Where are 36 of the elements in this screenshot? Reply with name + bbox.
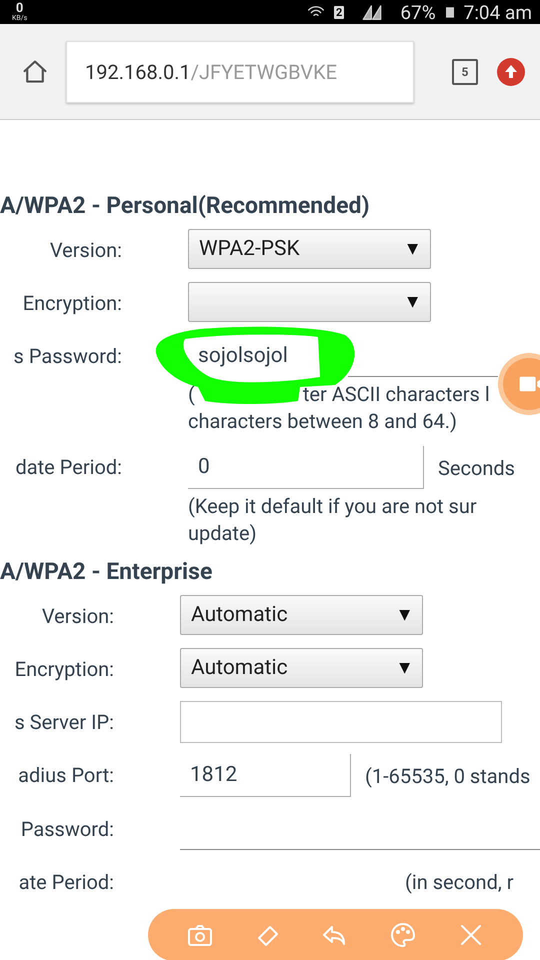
input-field[interactable]: 0: [188, 446, 424, 489]
tab-count[interactable]: 5: [452, 58, 478, 84]
dropdown[interactable]: WPA2-PSK ▼: [188, 229, 431, 269]
address-bar[interactable]: 192.168.0.1/JFYETWGBVKE: [66, 40, 414, 102]
field-label: Encryption:: [22, 290, 123, 317]
dropdown[interactable]: ▼: [188, 282, 431, 322]
field-label: s Password:: [12, 343, 123, 370]
field-hint: (1-65535, 0 stands: [365, 764, 530, 788]
input-field[interactable]: 1812: [180, 754, 351, 797]
battery-level: 67%: [400, 0, 436, 24]
field-label: ate Period:: [18, 869, 115, 896]
sim-badge: 2: [334, 6, 344, 18]
field-hint: Seconds: [438, 456, 516, 480]
field-label: Encryption:: [14, 656, 115, 683]
field-hint: ter ASCII characters l: [302, 381, 490, 408]
field-label: Version:: [40, 603, 115, 630]
dropdown[interactable]: Automatic ▼: [180, 648, 423, 688]
field-hint: (: [188, 381, 195, 408]
field-label: date Period:: [14, 454, 123, 481]
field-label: Version:: [48, 237, 123, 264]
field-hint: (Keep it default if you are not sur: [188, 493, 477, 520]
field-hint: update): [188, 520, 257, 547]
clock: 7:04 am: [464, 0, 532, 24]
input-field[interactable]: [180, 701, 502, 743]
dropdown[interactable]: Automatic ▼: [180, 595, 423, 635]
field-label: Password:: [20, 816, 115, 843]
field-hint: characters between 8 and 64.): [188, 408, 458, 435]
section-title: A/WPA2 - Enterprise: [0, 558, 214, 587]
field-label: adius Port:: [17, 762, 115, 789]
field-label: s Server IP:: [13, 709, 115, 736]
recorder-button[interactable]: [503, 358, 540, 410]
section-title: A/WPA2 - Personal(Recommended): [0, 192, 371, 221]
password-value: sojolsojol: [198, 343, 288, 370]
upload-icon[interactable]: [496, 56, 526, 86]
field-hint: (in second, r: [405, 870, 514, 894]
home-icon[interactable]: [22, 58, 48, 84]
